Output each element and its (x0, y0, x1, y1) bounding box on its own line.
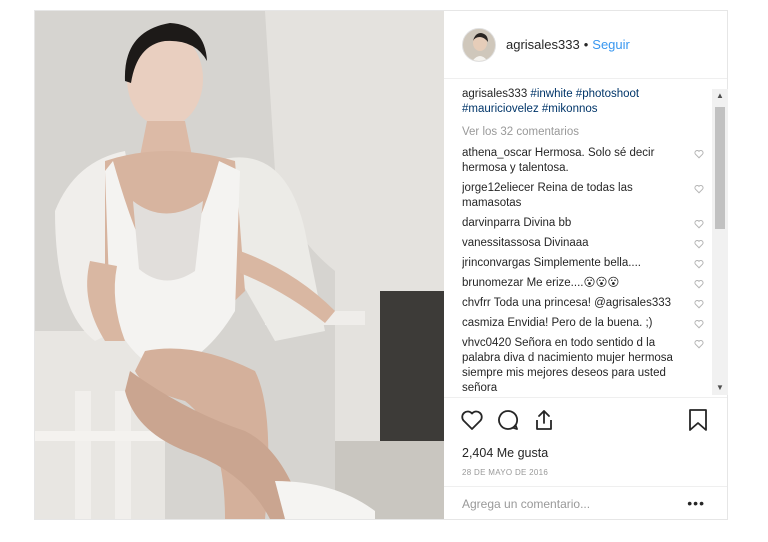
add-comment-bar: ••• (444, 486, 727, 520)
scroll-down-arrow-icon[interactable]: ▼ (712, 381, 728, 395)
more-options-icon[interactable]: ••• (687, 495, 705, 511)
action-icons-row (460, 408, 556, 432)
bookmark-icon[interactable] (687, 408, 709, 432)
scroll-up-arrow-icon[interactable]: ▲ (712, 89, 728, 103)
avatar[interactable] (462, 27, 496, 62)
post-date: 28 DE MAYO DE 2016 (462, 468, 549, 477)
add-comment-input[interactable] (462, 496, 662, 512)
comment-username[interactable]: chvfrr (462, 297, 491, 309)
comment-username[interactable]: jorge12eliecer (462, 182, 534, 194)
view-all-comments-link[interactable]: Ver los 32 comentarios (462, 125, 710, 140)
comment-text: Divinaaa (543, 237, 589, 249)
comment-username[interactable]: darvinparra (462, 217, 520, 229)
small-heart-icon[interactable] (694, 319, 704, 329)
comments-scrollbar[interactable]: ▲ ▼ (712, 89, 728, 395)
comment-text: Me erize....😮😮😮 (526, 277, 620, 289)
small-heart-icon[interactable] (694, 339, 704, 349)
small-heart-icon[interactable] (694, 279, 704, 289)
header-separator: • (583, 37, 589, 52)
comment-container: athena_oscar Hermosa. Solo sé decir herm… (462, 146, 710, 393)
small-heart-icon[interactable] (694, 239, 704, 249)
comment-text: Envidia! Pero de la buena. ;) (507, 317, 653, 329)
scrollbar-thumb[interactable] (715, 107, 725, 229)
heart-icon[interactable] (460, 408, 484, 432)
comment-text: Divina bb (523, 217, 572, 229)
comment-item: jorge12eliecer Reina de todas las mamaso… (462, 181, 710, 211)
post-details-panel: agrisales333 • Seguir agrisales333 #inwh… (444, 11, 728, 519)
comment-item: athena_oscar Hermosa. Solo sé decir herm… (462, 146, 710, 176)
comment-username[interactable]: casmiza (462, 317, 504, 329)
photo-illustration (35, 11, 444, 519)
follow-button[interactable]: Seguir (592, 37, 630, 52)
comment-username[interactable]: brunomezar (462, 277, 523, 289)
comment-item: chvfrr Toda una princesa! @agrisales333 (462, 296, 710, 311)
post-actions: 2,404 Me gusta 28 DE MAYO DE 2016 ••• (444, 397, 727, 519)
comment-username[interactable]: athena_oscar (462, 147, 532, 159)
avatar-image (463, 28, 495, 61)
small-heart-icon[interactable] (694, 299, 704, 309)
small-heart-icon[interactable] (694, 184, 704, 194)
comment-username[interactable]: jrinconvargas (462, 257, 530, 269)
small-heart-icon[interactable] (694, 259, 704, 269)
comment-item: darvinparra Divina bb (462, 216, 710, 231)
post-photo[interactable] (35, 11, 444, 519)
comment-item: brunomezar Me erize....😮😮😮 (462, 276, 710, 291)
comment-username[interactable]: vanessitassosa (462, 237, 541, 249)
caption-username[interactable]: agrisales333 (462, 88, 527, 100)
share-icon[interactable] (532, 408, 556, 432)
comment-item: jrinconvargas Simplemente bella.... (462, 256, 710, 271)
username-link[interactable]: agrisales333 (506, 37, 580, 52)
likes-count[interactable]: 2,404 Me gusta (462, 446, 548, 460)
comment-text: Simplemente bella.... (533, 257, 641, 269)
post-caption: agrisales333 #inwhite #photoshoot #mauri… (462, 87, 710, 117)
comments-list: agrisales333 #inwhite #photoshoot #mauri… (462, 87, 710, 393)
small-heart-icon[interactable] (694, 219, 704, 229)
instagram-post: agrisales333 • Seguir agrisales333 #inwh… (34, 10, 728, 520)
comment-username[interactable]: vhvc0420 (462, 337, 511, 349)
post-header: agrisales333 • Seguir (444, 11, 727, 79)
comment-item: casmiza Envidia! Pero de la buena. ;) (462, 316, 710, 331)
comment-icon[interactable] (496, 408, 520, 432)
comment-text: Toda una princesa! @agrisales333 (493, 297, 672, 309)
comment-item: vanessitassosa Divinaaa (462, 236, 710, 251)
comment-item: vhvc0420 Señora en todo sentido d la pal… (462, 336, 710, 393)
small-heart-icon[interactable] (694, 149, 704, 159)
